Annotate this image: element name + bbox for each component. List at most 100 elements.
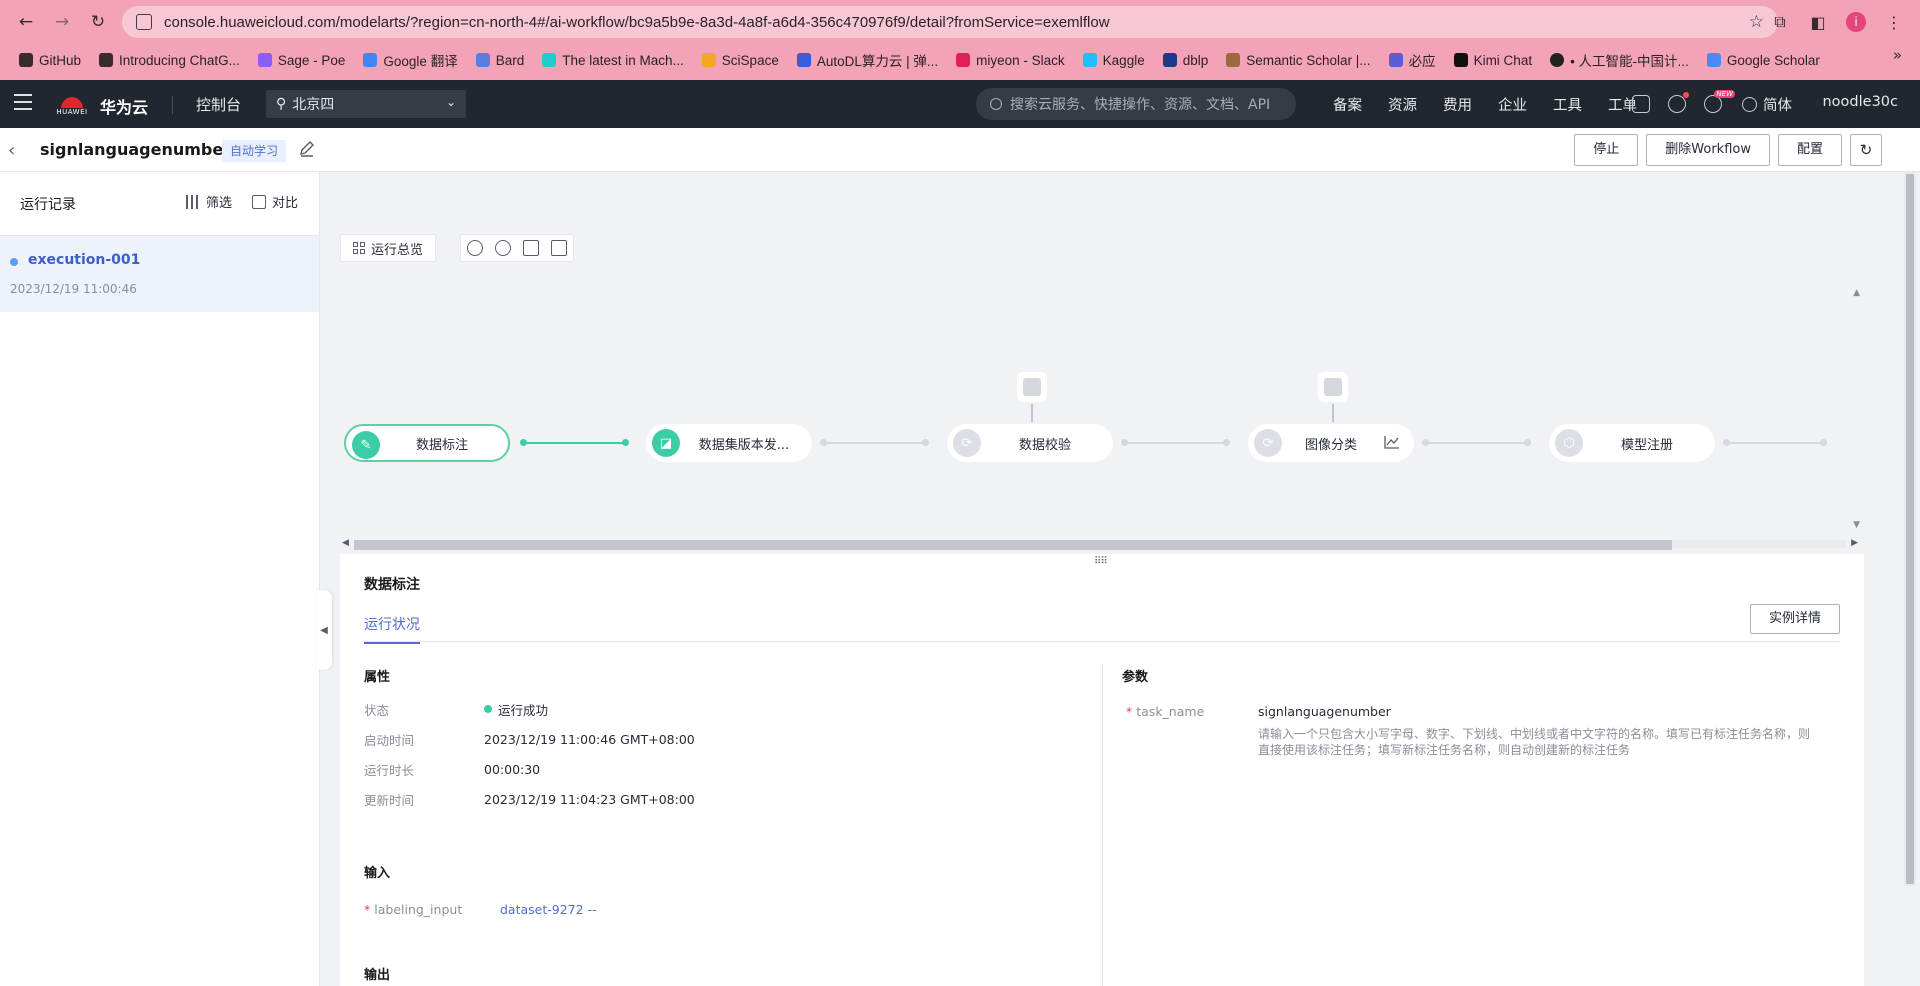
connector-line — [1426, 442, 1526, 444]
sidebar-title: 运行记录 — [20, 197, 76, 213]
zoom-in-icon[interactable] — [467, 240, 483, 256]
bookmark-item[interactable]: GitHub — [10, 53, 90, 68]
workflow-node-model-register[interactable]: ⬡ 模型注册 — [1549, 424, 1715, 462]
run-record-item[interactable]: execution-001 2023/12/19 11:00:46 — [0, 236, 319, 312]
input-dataset-link[interactable]: dataset-9272 -- — [500, 902, 597, 917]
bookmark-item[interactable]: Semantic Scholar |... — [1217, 53, 1379, 68]
scroll-thumb[interactable] — [1906, 174, 1914, 884]
bookmark-item[interactable]: • 人工智能-中国计... — [1541, 50, 1698, 70]
connector-line — [824, 442, 924, 444]
reload-icon[interactable]: ↻ — [84, 8, 112, 36]
zoom-out-icon[interactable] — [495, 240, 511, 256]
node-label: 数据校验 — [1018, 437, 1071, 453]
workflow-node-dataset-release[interactable]: ◪ 数据集版本发... — [646, 424, 812, 462]
edit-pencil-icon[interactable] — [298, 140, 316, 158]
sidepanel-icon[interactable]: ◧ — [1808, 12, 1828, 32]
bookmark-star-icon[interactable]: ☆ — [1749, 12, 1764, 32]
workflow-node-data-labeling[interactable]: ✎ 数据标注 — [344, 424, 510, 462]
bookmark-item[interactable]: Google 翻译 — [354, 50, 466, 70]
topbar-link-beian[interactable]: 备案 — [1320, 94, 1375, 115]
bookmark-item[interactable]: Kimi Chat — [1445, 53, 1542, 68]
page-vertical-scrollbar[interactable] — [1904, 172, 1916, 886]
back-arrow-icon[interactable]: ← — [12, 8, 40, 36]
topbar-link-tools[interactable]: 工具 — [1540, 94, 1595, 115]
center-view-icon[interactable] — [551, 240, 567, 256]
browser-menu-icon[interactable]: ⋮ — [1884, 12, 1904, 32]
fit-screen-icon[interactable] — [523, 240, 539, 256]
bell-icon[interactable] — [1668, 92, 1689, 113]
region-label: 北京四 — [292, 97, 335, 113]
user-account[interactable]: noodle30c — [1822, 94, 1898, 110]
slack-icon — [956, 53, 971, 67]
input-title: 输入 — [364, 866, 391, 881]
topbar-link-resources[interactable]: 资源 — [1375, 94, 1430, 115]
cloud-shell-icon[interactable] — [1632, 95, 1650, 113]
bookmark-item[interactable]: dblp — [1154, 53, 1218, 68]
topbar-link-billing[interactable]: 费用 — [1430, 94, 1485, 115]
back-chevron-icon[interactable]: ‹ — [8, 140, 15, 161]
bookmark-item[interactable]: Google Scholar — [1698, 53, 1829, 68]
bookmark-item[interactable]: miyeon - Slack — [947, 53, 1074, 68]
browser-nav: ← → ↻ — [12, 8, 112, 36]
bookmark-item[interactable]: AutoDL算力云 | 弹... — [788, 50, 947, 70]
config-button[interactable]: 配置 — [1777, 134, 1842, 166]
bookmark-item[interactable]: The latest in Mach... — [533, 53, 693, 68]
huawei-logo[interactable]: HUAWEI — [56, 88, 88, 120]
filter-button[interactable]: 筛选 — [184, 192, 232, 211]
hamburger-menu-icon[interactable] — [14, 94, 32, 114]
forward-arrow-icon[interactable]: → — [48, 8, 76, 36]
metrics-chart-icon[interactable] — [1318, 372, 1348, 402]
help-icon[interactable]: NEW — [1704, 90, 1735, 113]
global-search-input[interactable]: 搜索云服务、快捷操作、资源、文档、API — [976, 88, 1296, 120]
browser-chrome: ← → ↻ console.huaweicloud.com/modelarts/… — [0, 0, 1920, 80]
canvas-horizontal-scrollbar[interactable]: ◀ ▶ — [340, 538, 1860, 550]
canvas-scroll-down-icon[interactable]: ▼ — [1853, 520, 1860, 530]
new-badge: NEW — [1714, 90, 1735, 98]
canvas-scroll-up-icon[interactable]: ▲ — [1853, 288, 1860, 298]
profile-avatar[interactable]: i — [1846, 12, 1866, 32]
delete-workflow-button[interactable]: 删除Workflow — [1646, 134, 1770, 166]
bookmarks-overflow-icon[interactable]: » — [1893, 46, 1902, 64]
stop-button[interactable]: 停止 — [1574, 134, 1639, 166]
collapse-sidebar-icon[interactable]: ◀ — [316, 590, 332, 670]
line-chart-icon[interactable] — [1384, 435, 1400, 449]
panel-tabs: 运行状况 — [364, 604, 1840, 644]
bookmark-item[interactable]: Bard — [467, 53, 534, 68]
region-selector[interactable]: ⚲ 北京四 ⌄ — [266, 90, 466, 118]
workflow-tag: 自动学习 — [222, 140, 287, 162]
chatgpt-icon — [99, 53, 114, 67]
bookmark-item[interactable]: 必应 — [1380, 50, 1445, 70]
scroll-left-icon[interactable]: ◀ — [342, 538, 349, 548]
scroll-thumb[interactable] — [354, 540, 1672, 550]
globe-site-icon — [1550, 53, 1565, 67]
compare-button[interactable]: 对比 — [252, 192, 298, 211]
resize-handle-icon[interactable]: ⠿⠿ — [1094, 556, 1108, 567]
address-bar[interactable]: console.huaweicloud.com/modelarts/?regio… — [122, 6, 1778, 38]
tab-run-status[interactable]: 运行状况 — [364, 614, 420, 644]
bookmark-item[interactable]: SciSpace — [693, 53, 788, 68]
workflow-node-image-classification[interactable]: ⟳ 图像分类 — [1248, 424, 1414, 462]
metrics-chart-icon[interactable] — [1017, 372, 1047, 402]
semantic-scholar-icon — [1226, 53, 1241, 67]
required-asterisk: * — [1126, 704, 1133, 719]
browser-toolbar: ⧉ ◧ i ⋮ — [1770, 8, 1904, 36]
topbar-link-enterprise[interactable]: 企业 — [1485, 94, 1540, 115]
workflow-node-data-validation[interactable]: ⟳ 数据校验 — [947, 424, 1113, 462]
console-link[interactable]: 控制台 — [196, 94, 241, 115]
notification-dot — [1683, 92, 1689, 98]
bookmark-item[interactable]: Sage - Poe — [249, 53, 355, 68]
brand-name[interactable]: 华为云 — [100, 94, 148, 118]
extensions-icon[interactable]: ⧉ — [1770, 12, 1790, 32]
refresh-icon[interactable]: ↻ — [1850, 134, 1882, 166]
bookmark-item[interactable]: Kaggle — [1074, 53, 1154, 68]
header-actions: 停止 删除Workflow 配置 ↻ — [1574, 134, 1882, 166]
language-switch[interactable]: 简体 — [1742, 94, 1792, 115]
connector-line — [1727, 442, 1823, 444]
dblp-icon — [1162, 53, 1177, 67]
instance-detail-button[interactable]: 实例详情 — [1749, 604, 1840, 634]
scroll-right-icon[interactable]: ▶ — [1851, 538, 1858, 548]
workflow-canvas[interactable]: 运行总览 ▲ ▼ ✎ 数据标注 ◪ 数据集版本发... ⟳ 数据校验 ⟳ 图像分… — [340, 172, 1860, 552]
bookmark-item[interactable]: Introducing ChatG... — [90, 53, 249, 68]
run-overview-button[interactable]: 运行总览 — [340, 234, 437, 262]
site-info-icon[interactable] — [136, 14, 152, 30]
